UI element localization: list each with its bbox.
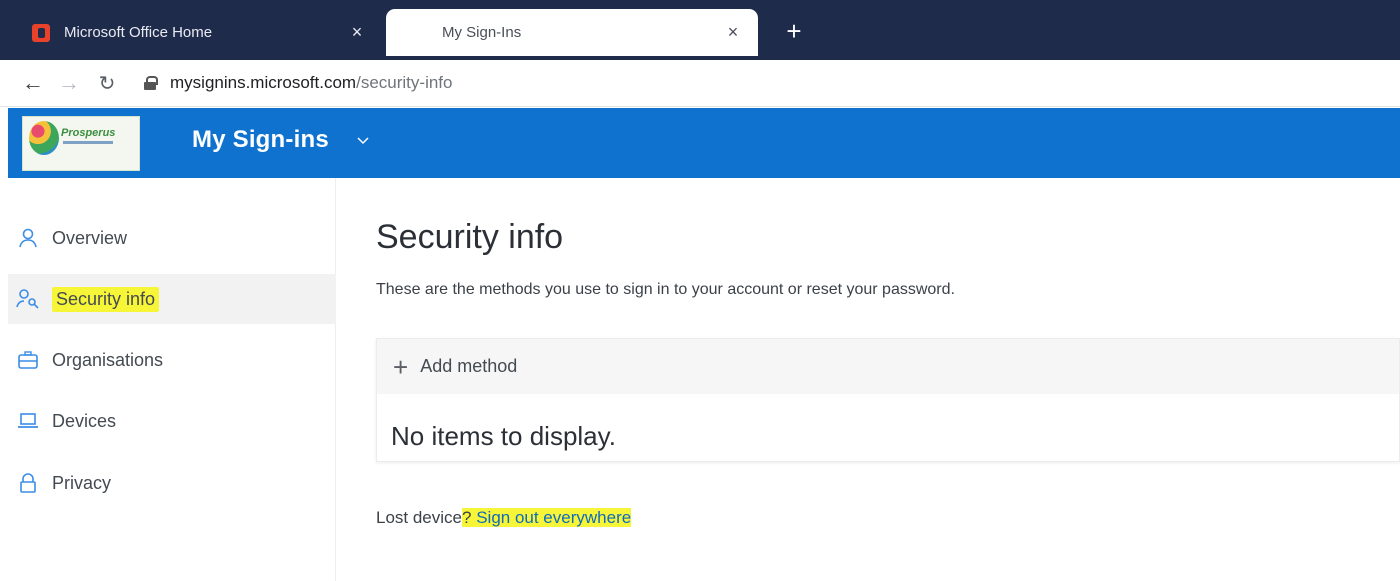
office-icon [32,23,50,42]
security-key-person-icon [16,287,40,311]
lock-icon [16,471,40,495]
tab-label: Microsoft Office Home [64,24,213,41]
plus-icon: + [393,351,409,382]
sidebar-item-label: Overview [52,227,128,248]
sidebar-item-overview[interactable]: Overview [8,213,336,263]
tab-label: My Sign-Ins [442,24,522,41]
back-arrow-icon[interactable]: ← [18,70,48,96]
sidebar-item-label: Security info [52,286,160,312]
sidebar-item-privacy[interactable]: Privacy [8,458,336,508]
logo-text: Prosperus [61,127,116,139]
sidebar-item-label: Privacy [52,472,112,493]
laptop-icon [16,409,40,433]
tree-logo-icon [29,121,59,155]
main-content: Security info These are the methods you … [376,178,1400,581]
app-header: Prosperus My Sign-ins [8,108,1400,178]
app-title[interactable]: My Sign-ins [192,126,329,154]
sidebar-item-security-info[interactable]: Security info [8,274,336,324]
page-title: Security info [376,218,564,256]
browser-tabstrip: Microsoft Office Home × My Sign-Ins × + [0,0,1400,60]
organisation-logo[interactable]: Prosperus [22,116,140,171]
close-icon[interactable]: × [722,22,744,43]
sidebar-item-devices[interactable]: Devices [8,396,336,446]
logo-underline [63,141,113,144]
person-icon [16,226,40,250]
lost-device-label: Lost device [376,508,462,527]
methods-panel: + Add method No items to display. [376,338,1400,462]
new-tab-button[interactable]: + [780,16,808,46]
url-host: mysignins.microsoft.com [170,73,357,92]
url-path: /security-info [356,73,453,92]
sign-out-everywhere-link[interactable]: Sign out everywhere [476,508,632,527]
close-icon[interactable]: × [346,22,368,43]
lock-icon[interactable] [144,76,158,90]
reload-icon[interactable]: ↻ [92,71,122,96]
forward-arrow-icon[interactable]: → [54,70,84,96]
address-bar-row: ← → ↻ mysignins.microsoft.com/security-i… [0,60,1400,107]
page-description: These are the methods you use to sign in… [376,281,955,298]
lost-device-line: Lost device? Sign out everywhere [376,508,632,528]
sidebar-item-label: Devices [52,410,117,431]
add-method-label: Add method [420,356,518,376]
chevron-down-icon[interactable] [356,134,370,148]
microsoft-logo-icon [410,24,428,42]
empty-state-text: No items to display. [391,421,616,451]
sidebar-item-organisations[interactable]: Organisations [8,335,336,385]
url-field[interactable]: mysignins.microsoft.com/security-info [170,73,452,93]
sidebar: Overview Security info Organisations Dev… [8,178,336,581]
briefcase-icon [16,348,40,372]
add-method-button[interactable]: + Add method [377,339,1399,394]
tab-microsoft-office-home[interactable]: Microsoft Office Home × [8,9,382,56]
sidebar-item-label: Organisations [52,349,164,370]
tab-my-sign-ins[interactable]: My Sign-Ins × [386,9,758,56]
